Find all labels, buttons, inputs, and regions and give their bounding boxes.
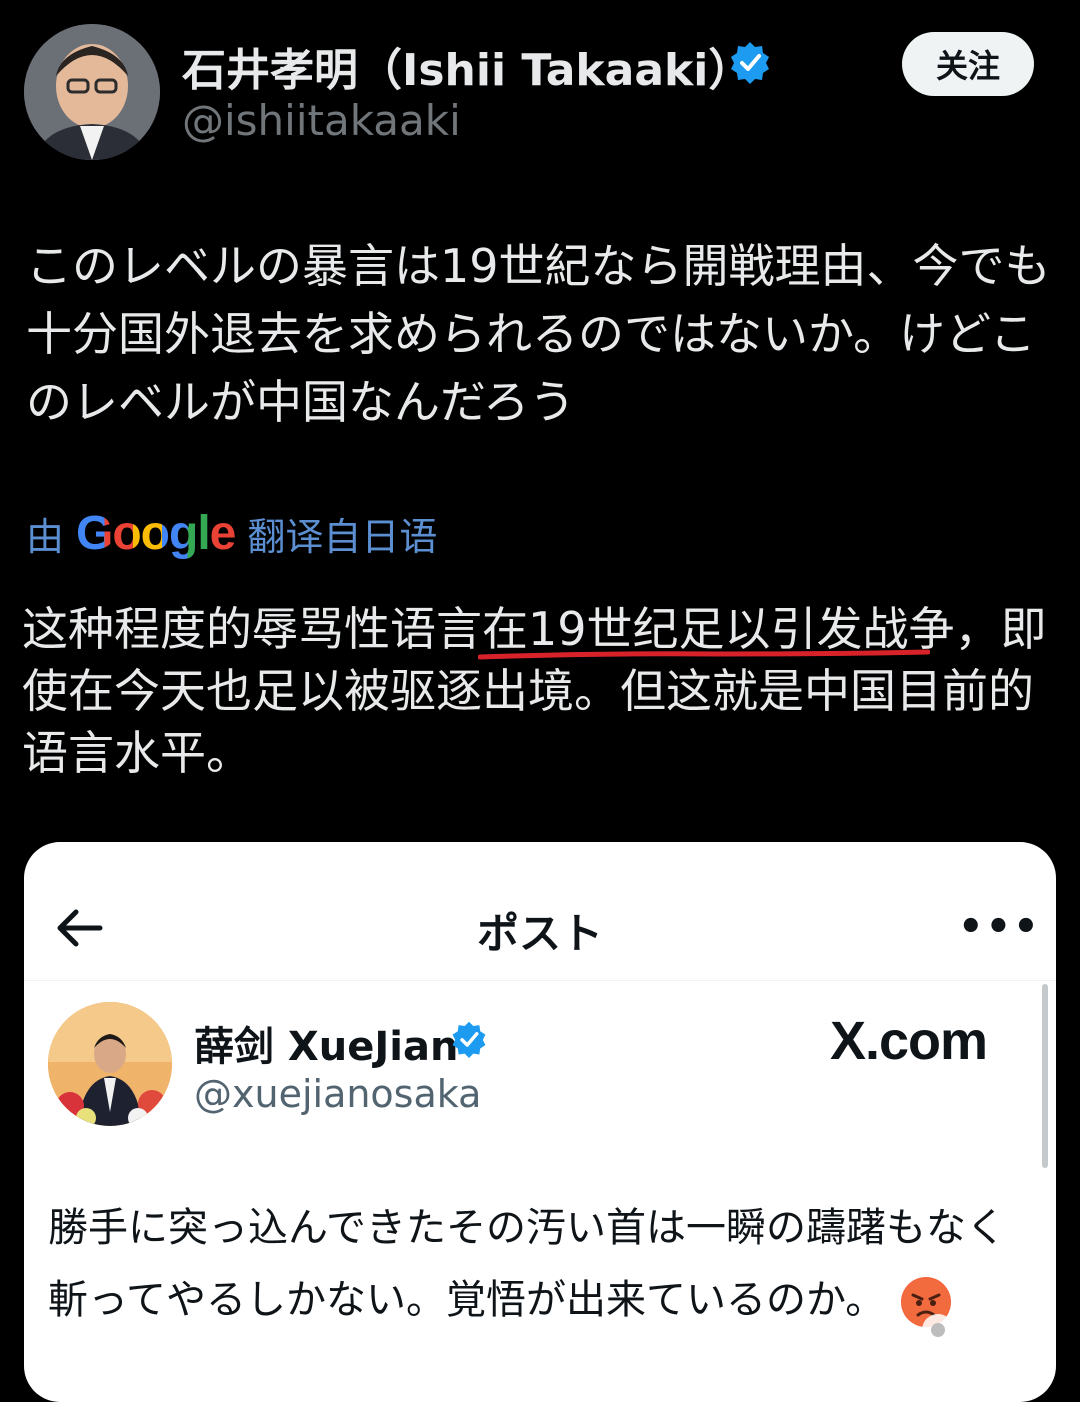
embedded-author-handle: @xuejianosaka [194, 1072, 482, 1116]
verified-badge-icon [452, 1021, 486, 1058]
card-divider [24, 980, 1056, 981]
translated-text-start: 这种程度的辱骂性语言 [22, 602, 482, 656]
tweet-translated-text: 这种程度的辱骂性语言在19世纪足以引发战争，即使在今天也足以被驱逐出境。但这就是… [22, 598, 1052, 784]
follow-button[interactable]: 关注 [902, 32, 1034, 96]
author-name[interactable]: 石井孝明（Ishii Takaaki） [182, 34, 752, 98]
embedded-author-avatar[interactable] [48, 1002, 172, 1126]
embedded-author-name[interactable]: 薛剑 XueJian [194, 1014, 458, 1072]
quoted-post-screenshot[interactable]: ポスト ••• 薛剑 XueJian @xuejianosaka X.com 勝… [24, 842, 1056, 1402]
google-logo: Google [76, 506, 236, 561]
embedded-post-text-content: 勝手に突っ込んできたその汚い首は一瞬の躊躇もなく斬ってやるしかない。覚悟が出来て… [48, 1205, 1006, 1323]
embedded-post-text: 勝手に突っ込んできたその汚い首は一瞬の躊躇もなく斬ってやるしかない。覚悟が出来て… [48, 1192, 1038, 1336]
author-avatar[interactable] [24, 24, 160, 160]
translation-prefix: 由 [26, 515, 65, 559]
tweet-header: 石井孝明（Ishii Takaaki） @ishiitakaaki 关注 [0, 0, 1080, 180]
translation-attribution[interactable]: 由 Google 翻译自日语 [26, 506, 437, 561]
author-handle: @ishiitakaaki [182, 96, 461, 145]
scrollbar[interactable] [1042, 984, 1048, 1168]
more-icon[interactable]: ••• [958, 907, 1041, 947]
watermark-icon [922, 1314, 1026, 1346]
x-com-brand: X.com [830, 1011, 988, 1071]
translation-suffix: 翻译自日语 [247, 515, 438, 559]
red-underline-mark [478, 649, 930, 660]
tweet-original-text: このレベルの暴言は19世紀なら開戦理由、今でも十分国外退去を求められるのではない… [26, 239, 1051, 429]
post-view-title: ポスト [476, 909, 603, 958]
verified-badge-icon [731, 42, 769, 84]
google-logo-text: Google [76, 507, 236, 560]
